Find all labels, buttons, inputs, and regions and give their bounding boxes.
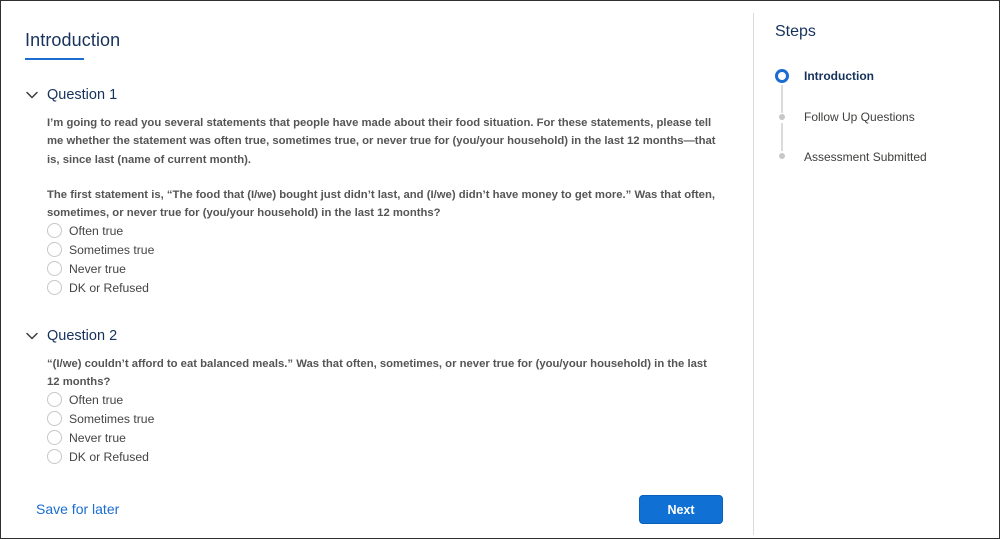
question-1-intro-text: I’m going to read you several statements…	[47, 117, 716, 166]
page-title: Introduction	[25, 30, 121, 50]
radio-button[interactable]	[47, 430, 62, 445]
question-2-option-dk-refused[interactable]: DK or Refused	[47, 447, 154, 466]
title-underline	[25, 58, 84, 60]
option-label: Often true	[69, 392, 124, 407]
step-active-indicator	[775, 69, 789, 83]
question-1-header[interactable]: Question 1	[25, 85, 117, 105]
question-2-header[interactable]: Question 2	[25, 326, 117, 346]
option-label: Never true	[69, 261, 126, 276]
radio-button[interactable]	[47, 242, 62, 257]
option-label: Sometimes true	[69, 411, 155, 426]
question-2-option-never[interactable]: Never true	[47, 428, 154, 447]
question-2-option-sometimes[interactable]: Sometimes true	[47, 409, 154, 428]
radio-button[interactable]	[47, 449, 62, 464]
question-2-title: Question 2	[47, 328, 118, 344]
question-1-option-sometimes[interactable]: Sometimes true	[47, 240, 154, 259]
option-label: Sometimes true	[69, 242, 155, 257]
radio-button[interactable]	[47, 392, 62, 407]
question-2-option-often[interactable]: Often true	[47, 390, 154, 409]
step-pending-indicator	[779, 153, 785, 159]
step-connector	[781, 85, 783, 113]
radio-button[interactable]	[47, 411, 62, 426]
question-1-options: Often true Sometimes true Never true DK …	[47, 221, 154, 297]
steps-title: Steps	[775, 23, 816, 40]
option-label: DK or Refused	[69, 280, 149, 295]
radio-button[interactable]	[47, 280, 62, 295]
step-connector	[781, 123, 783, 151]
question-1-title: Question 1	[47, 87, 118, 103]
window-frame: Introduction Question 1 I’m going to rea…	[0, 0, 1000, 539]
steps-panel: Steps Introduction Follow Up Questions A…	[754, 1, 1000, 538]
step-assessment-submitted: Assessment Submitted	[804, 150, 927, 164]
step-pending-indicator	[779, 114, 785, 120]
option-label: DK or Refused	[69, 449, 149, 464]
chevron-down-icon	[26, 332, 38, 340]
radio-button[interactable]	[47, 261, 62, 276]
radio-button[interactable]	[47, 223, 62, 238]
question-1-option-dk-refused[interactable]: DK or Refused	[47, 278, 154, 297]
save-for-later-link[interactable]: Save for later	[36, 501, 119, 517]
step-follow-up-questions: Follow Up Questions	[804, 110, 915, 124]
question-1-statement-text: The first statement is, “The food that (…	[47, 189, 716, 220]
assessment-main-panel: Introduction Question 1 I’m going to rea…	[1, 1, 753, 538]
question-1-option-often[interactable]: Often true	[47, 221, 154, 240]
question-2-options: Often true Sometimes true Never true DK …	[47, 390, 154, 466]
option-label: Often true	[69, 223, 124, 238]
next-button[interactable]: Next	[639, 495, 723, 524]
step-introduction: Introduction	[804, 69, 874, 83]
chevron-down-icon	[26, 91, 38, 99]
question-1-option-never[interactable]: Never true	[47, 259, 154, 278]
question-2-statement-text: “(I/we) couldn’t afford to eat balanced …	[47, 358, 707, 389]
option-label: Never true	[69, 430, 126, 445]
